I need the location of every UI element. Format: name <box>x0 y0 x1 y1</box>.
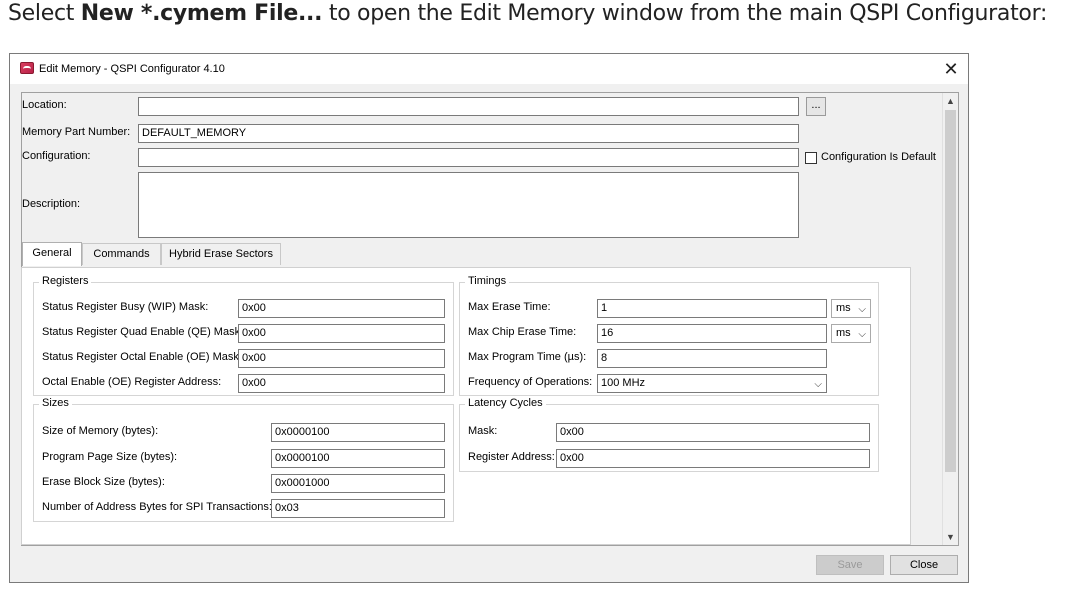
memory-size-input[interactable]: 0x0000100 <box>271 423 445 442</box>
chevron-down-icon: ⌵ <box>858 329 866 340</box>
registers-title: Registers <box>39 275 92 287</box>
description-textarea[interactable] <box>138 172 799 238</box>
config-default-checkbox[interactable] <box>805 152 817 164</box>
register-row-label: Octal Enable (OE) Register Address: <box>42 376 222 388</box>
part-number-input[interactable]: DEFAULT_MEMORY <box>138 124 799 143</box>
frequency-select[interactable]: 100 MHz ⌵ <box>597 374 827 393</box>
registers-group: Registers Status Register Busy (WIP) Mas… <box>33 275 454 396</box>
tab-commands[interactable]: Commands <box>82 243 161 265</box>
caption-bold: New *.cymem File... <box>80 1 323 26</box>
close-button[interactable]: Close <box>890 555 958 575</box>
edit-memory-window: Edit Memory - QSPI Configurator 4.10 ✕ L… <box>9 53 969 583</box>
max-erase-label: Max Erase Time: <box>468 301 551 313</box>
register-row-label: Status Register Octal Enable (OE) Mask: <box>42 351 242 363</box>
max-chip-input[interactable]: 16 <box>597 324 827 343</box>
tab-hybrid-erase-sectors[interactable]: Hybrid Erase Sectors <box>161 243 281 265</box>
size-row-label: Erase Block Size (bytes): <box>42 476 165 488</box>
max-program-input[interactable]: 8 <box>597 349 827 368</box>
latency-group: Latency Cycles Mask: 0x00 Register Addre… <box>459 397 879 472</box>
scroll-thumb[interactable] <box>945 110 956 472</box>
max-program-label: Max Program Time (µs): <box>468 351 587 363</box>
size-row-label: Number of Address Bytes for SPI Transact… <box>42 501 272 513</box>
app-icon <box>20 62 34 74</box>
max-erase-unit-select[interactable]: ms ⌵ <box>831 299 871 318</box>
title-bar: Edit Memory - QSPI Configurator 4.10 ✕ <box>10 54 968 84</box>
max-chip-unit-value: ms <box>836 327 851 339</box>
configuration-label: Configuration: <box>22 150 91 162</box>
page-size-input[interactable]: 0x0000100 <box>271 449 445 468</box>
size-row-label: Size of Memory (bytes): <box>42 425 159 437</box>
config-default-label: Configuration Is Default <box>821 151 936 163</box>
qe-mask-input[interactable]: 0x00 <box>238 324 445 343</box>
form-area: Location: ... Memory Part Number: DEFAUL… <box>21 92 959 546</box>
location-input[interactable] <box>138 97 799 116</box>
frequency-value: 100 MHz <box>601 377 646 389</box>
configuration-input[interactable] <box>138 148 799 167</box>
chevron-down-icon: ⌵ <box>814 379 822 390</box>
part-number-label: Memory Part Number: <box>22 126 131 138</box>
caption-suffix: to open the Edit Memory window from the … <box>322 1 1048 26</box>
oe-mask-input[interactable]: 0x00 <box>238 349 445 368</box>
window-title: Edit Memory - QSPI Configurator 4.10 <box>39 63 225 75</box>
sizes-title: Sizes <box>39 397 72 409</box>
chevron-down-icon: ⌵ <box>858 304 866 315</box>
frequency-label: Frequency of Operations: <box>468 376 593 388</box>
sizes-group: Sizes Size of Memory (bytes): 0x0000100 … <box>33 397 454 522</box>
tab-general[interactable]: General <box>22 242 82 266</box>
description-label: Description: <box>22 198 81 210</box>
max-erase-unit-value: ms <box>836 302 851 314</box>
oe-register-address-input[interactable]: 0x00 <box>238 374 445 393</box>
window-close-icon[interactable]: ✕ <box>938 56 964 82</box>
general-tab-panel: Registers Status Register Busy (WIP) Mas… <box>21 267 911 545</box>
erase-block-size-input[interactable]: 0x0001000 <box>271 474 445 493</box>
timings-title: Timings <box>465 275 510 287</box>
latency-mask-input[interactable]: 0x00 <box>556 423 870 442</box>
save-button[interactable]: Save <box>816 555 884 575</box>
vertical-scrollbar[interactable]: ▲ ▼ <box>942 93 958 545</box>
latency-title: Latency Cycles <box>465 397 546 409</box>
size-row-label: Program Page Size (bytes): <box>42 451 178 463</box>
timings-group: Timings Max Erase Time: 1 ms ⌵ Max Chip E… <box>459 275 879 396</box>
instruction-caption: Select New *.cymem File... to open the E… <box>8 1 1047 26</box>
latency-register-label: Register Address: <box>468 451 555 463</box>
caption-prefix: Select <box>8 1 81 26</box>
max-chip-unit-select[interactable]: ms ⌵ <box>831 324 871 343</box>
scroll-down-icon[interactable]: ▼ <box>943 529 958 545</box>
location-label: Location: <box>22 99 67 111</box>
latency-mask-label: Mask: <box>468 425 498 437</box>
address-bytes-input[interactable]: 0x03 <box>271 499 445 518</box>
register-row-label: Status Register Busy (WIP) Mask: <box>42 301 209 313</box>
max-chip-label: Max Chip Erase Time: <box>468 326 577 338</box>
browse-button[interactable]: ... <box>806 97 826 116</box>
max-erase-input[interactable]: 1 <box>597 299 827 318</box>
wip-mask-input[interactable]: 0x00 <box>238 299 445 318</box>
scroll-up-icon[interactable]: ▲ <box>943 93 958 109</box>
register-row-label: Status Register Quad Enable (QE) Mask: <box>42 326 244 338</box>
latency-register-input[interactable]: 0x00 <box>556 449 870 468</box>
